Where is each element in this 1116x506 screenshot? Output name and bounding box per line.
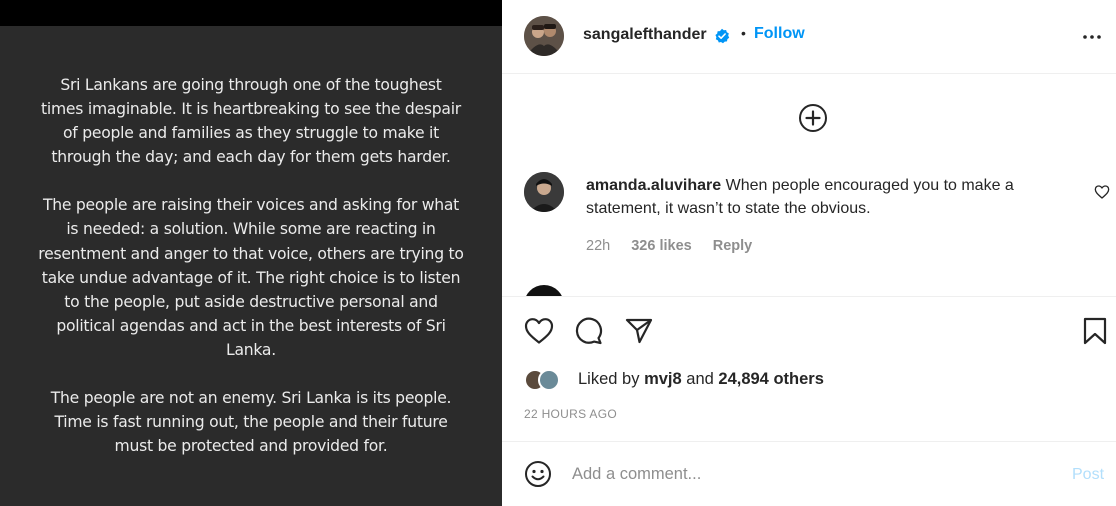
liked-by-user[interactable]: mvj8 [644, 370, 682, 388]
comment-text: amanda.aluvihare When people encouraged … [586, 174, 1066, 220]
comment-meta: 22h 326 likes Reply [586, 238, 769, 254]
plus-circle-icon[interactable] [798, 103, 828, 133]
image-top-strip [0, 0, 502, 26]
follow-button[interactable]: Follow [754, 25, 805, 43]
save-bookmark-icon[interactable] [1082, 317, 1112, 345]
post-image[interactable]: Sri Lankans are going through one of the… [0, 0, 502, 506]
liked-by-count[interactable]: 24,894 others [718, 370, 823, 388]
post-header: sangalefthander • Follow [502, 0, 1116, 74]
emoji-smiley-icon[interactable] [524, 460, 552, 488]
comment-username[interactable]: amanda.aluvihare [586, 177, 721, 194]
comment-time[interactable]: 22h [586, 238, 610, 254]
commenter-avatar[interactable] [524, 172, 564, 212]
liker-avatar[interactable] [538, 369, 560, 391]
post-paragraph-3: The people are not an enemy. Sri Lanka i… [50, 389, 452, 456]
liked-by-prefix: Liked by [578, 370, 640, 388]
add-comment-bar: Post [502, 441, 1116, 506]
comment-input[interactable] [572, 462, 1052, 486]
next-commenter-avatar[interactable] [524, 285, 564, 296]
heart-icon[interactable] [524, 317, 554, 345]
header-separator: • [741, 25, 746, 41]
reply-button[interactable]: Reply [713, 238, 753, 254]
comment-likes[interactable]: 326 likes [631, 238, 691, 254]
liked-by: Liked by mvj8 and 24,894 others [524, 367, 1114, 393]
verified-badge-icon [714, 28, 730, 44]
post-paragraph-2: The people are raising their voices and … [38, 196, 464, 359]
author-avatar[interactable] [524, 16, 564, 56]
post-paragraph-1: Sri Lankans are going through one of the… [41, 76, 461, 167]
post-actions [502, 298, 1116, 358]
liked-by-conjunction: and [686, 370, 714, 388]
comments-section[interactable]: amanda.aluvihare When people encouraged … [502, 75, 1116, 297]
comment-icon[interactable] [574, 317, 604, 345]
post-side-panel: sangalefthander • Follow amanda.aluvihar… [502, 0, 1116, 506]
more-options-icon[interactable] [1080, 27, 1104, 47]
post-comment-button[interactable]: Post [1072, 466, 1104, 484]
liked-by-text: Liked by mvj8 and 24,894 others [578, 370, 824, 389]
comment-like-heart-icon[interactable] [1094, 184, 1110, 200]
author-username[interactable]: sangalefthander [583, 26, 707, 44]
post-image-text: Sri Lankans are going through one of the… [38, 73, 464, 458]
post-timestamp[interactable]: 22 HOURS AGO [524, 407, 617, 421]
share-icon[interactable] [624, 317, 654, 345]
